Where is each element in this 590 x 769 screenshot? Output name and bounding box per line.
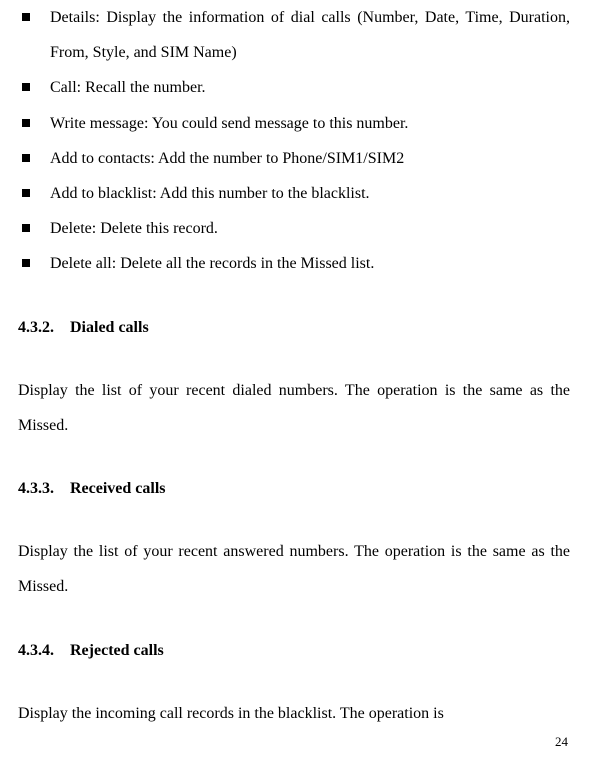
list-item: Delete all: Delete all the records in th… (18, 246, 570, 281)
section-number: 4.3.4. (18, 633, 54, 668)
page-number: 24 (555, 728, 568, 757)
section-number: 4.3.3. (18, 471, 54, 506)
bullet-list: Details: Display the information of dial… (18, 0, 570, 282)
list-item: Delete: Delete this record. (18, 211, 570, 246)
section-title: Received calls (70, 480, 166, 497)
section-body: Display the list of your recent dialed n… (18, 373, 570, 443)
section-heading-dialed-calls: 4.3.2. Dialed calls (18, 310, 570, 345)
section-heading-rejected-calls: 4.3.4. Rejected calls (18, 633, 570, 668)
section-body: Display the list of your recent answered… (18, 534, 570, 604)
section-number: 4.3.2. (18, 310, 54, 345)
list-item: Details: Display the information of dial… (18, 0, 570, 70)
list-item: Add to blacklist: Add this number to the… (18, 176, 570, 211)
list-item: Write message: You could send message to… (18, 106, 570, 141)
section-heading-received-calls: 4.3.3. Received calls (18, 471, 570, 506)
list-item: Add to contacts: Add the number to Phone… (18, 141, 570, 176)
section-title: Rejected calls (70, 642, 164, 659)
list-item: Call: Recall the number. (18, 70, 570, 105)
section-body: Display the incoming call records in the… (18, 696, 570, 731)
section-title: Dialed calls (70, 319, 149, 336)
